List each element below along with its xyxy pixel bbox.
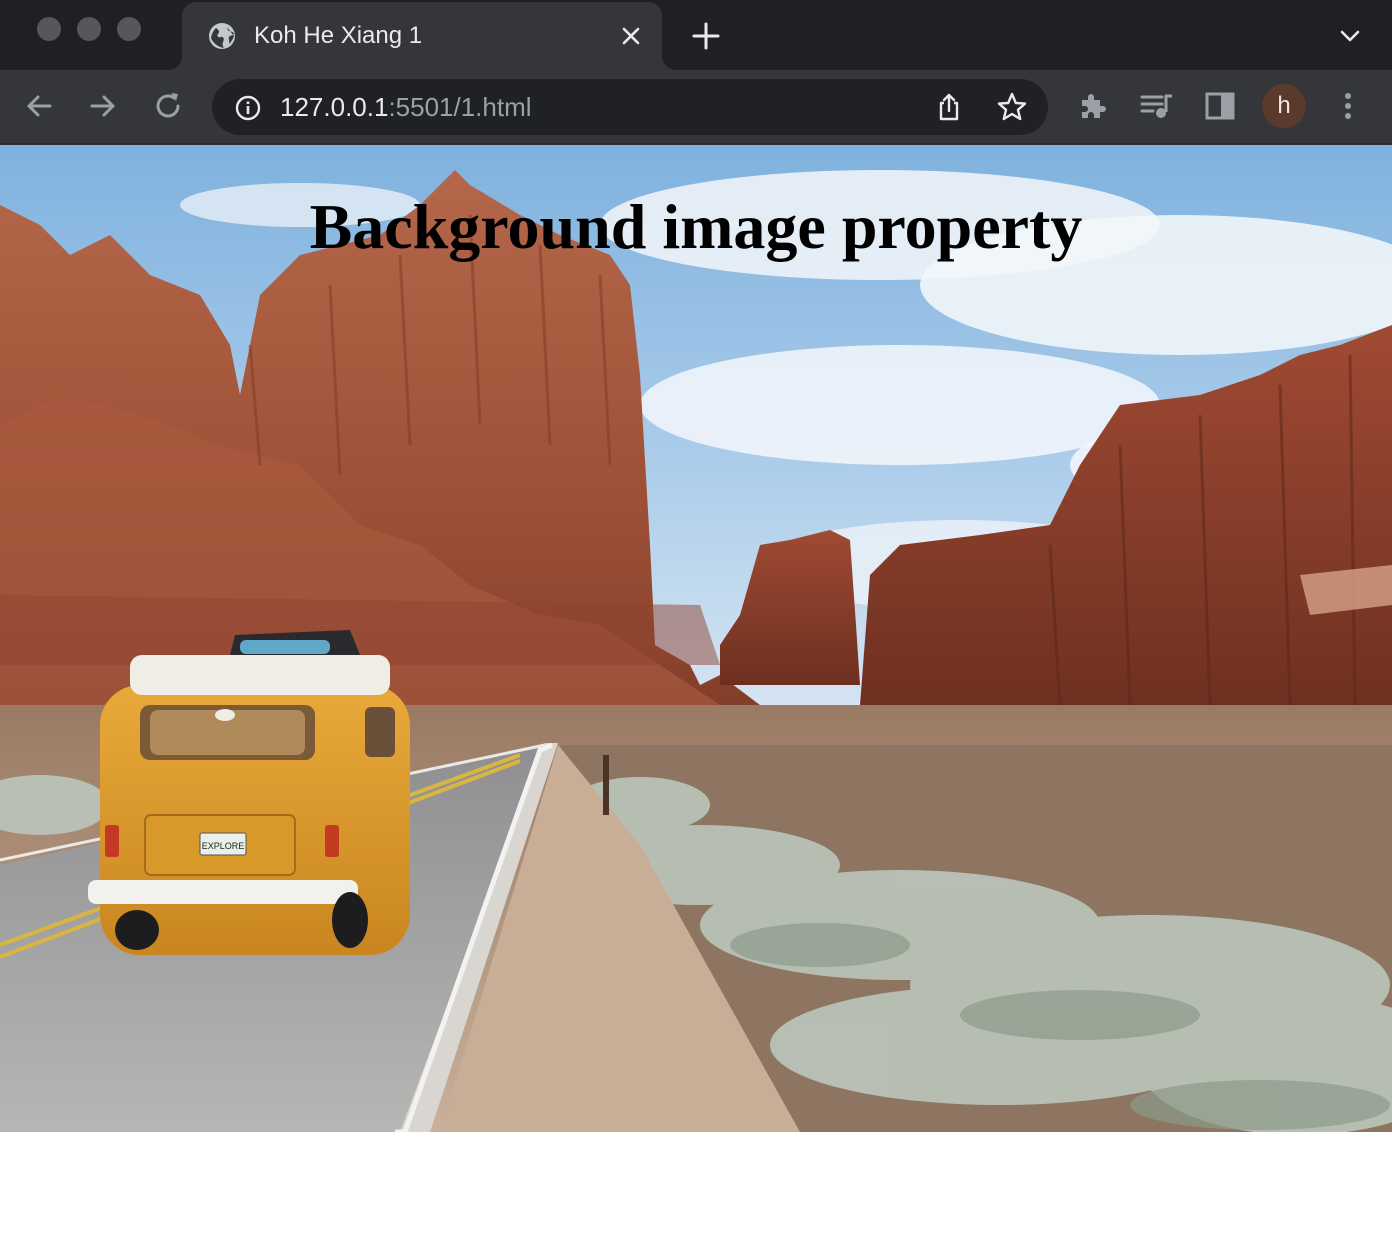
new-tab-plus-icon[interactable] bbox=[690, 20, 722, 52]
tab-title: Koh He Xiang 1 bbox=[254, 22, 423, 49]
close-icon[interactable] bbox=[618, 23, 644, 49]
minimize-window-button[interactable] bbox=[77, 17, 101, 41]
page-heading: Background image property bbox=[309, 191, 1083, 262]
url-text[interactable]: 127.0.0.1:5501/1.html bbox=[280, 91, 532, 123]
tab-search-chevron-icon[interactable] bbox=[1338, 24, 1362, 48]
more-menu-icon[interactable] bbox=[1336, 90, 1360, 122]
browser-toolbar: 127.0.0.1:5501/1.html h bbox=[0, 70, 1392, 143]
desert-road-van-image: EXPLORE bbox=[0, 145, 1392, 1132]
globe-icon bbox=[209, 23, 235, 49]
window-controls bbox=[37, 17, 141, 41]
url-host: 127.0.0.1 bbox=[280, 92, 389, 122]
license-plate: EXPLORE bbox=[202, 841, 245, 851]
profile-avatar[interactable]: h bbox=[1262, 84, 1306, 128]
media-queue-icon[interactable] bbox=[1140, 90, 1172, 122]
share-icon[interactable] bbox=[934, 92, 964, 122]
url-path: :5501/1.html bbox=[388, 92, 532, 122]
close-window-button[interactable] bbox=[37, 17, 61, 41]
address-bar[interactable]: 127.0.0.1:5501/1.html bbox=[212, 79, 1048, 135]
extensions-puzzle-icon[interactable] bbox=[1076, 90, 1108, 122]
forward-arrow-icon[interactable] bbox=[86, 89, 120, 123]
info-icon[interactable] bbox=[234, 94, 262, 122]
page-viewport: EXPLORE Background image property bbox=[0, 143, 1392, 1258]
side-panel-icon[interactable] bbox=[1204, 90, 1236, 122]
back-arrow-icon[interactable] bbox=[22, 89, 56, 123]
reload-icon[interactable] bbox=[151, 89, 185, 123]
tab-strip: Koh He Xiang 1 bbox=[0, 0, 1392, 70]
bookmark-star-icon[interactable] bbox=[996, 91, 1028, 123]
zoom-window-button[interactable] bbox=[117, 17, 141, 41]
active-tab[interactable]: Koh He Xiang 1 bbox=[182, 2, 662, 70]
van: EXPLORE bbox=[88, 630, 410, 955]
